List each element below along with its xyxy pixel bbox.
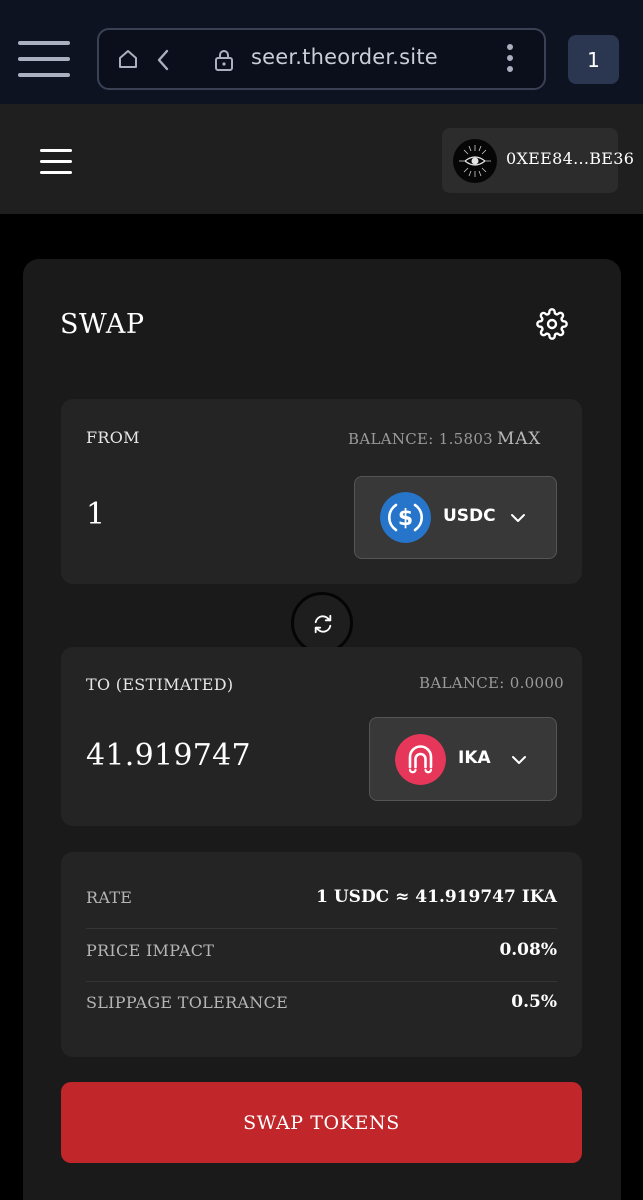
slippage-row: SLIPPAGE TOLERANCE 0.5% [86,979,557,1031]
price-impact-row: PRICE IMPACT 0.08% [86,927,557,979]
rate-label: RATE [86,888,133,907]
to-label: TO (ESTIMATED) [86,675,234,694]
swap-arrows-icon [314,614,332,634]
swap-details: RATE 1 USDC ≈ 41.919747 IKA PRICE IMPACT… [61,852,582,1057]
home-icon[interactable] [117,48,139,70]
from-token-selector[interactable]: $ USDC [354,476,557,559]
from-label: FROM [86,428,140,447]
switch-tokens-button[interactable] [291,592,353,654]
url-text: seer.theorder.site [251,45,438,69]
tab-count-button[interactable]: 1 [568,35,619,84]
chevron-down-icon [511,514,525,522]
wallet-button[interactable]: 0XEE84...BE36 [442,128,634,193]
usdc-icon: $ [380,492,431,543]
settings-gear-icon[interactable] [536,308,568,340]
rate-value: 1 USDC ≈ 41.919747 IKA [316,887,557,907]
price-impact-label: PRICE IMPACT [86,941,215,960]
to-token-symbol: IKA [458,748,491,768]
browser-menu-icon[interactable] [18,41,70,77]
chevron-down-icon [512,756,526,764]
slippage-label: SLIPPAGE TOLERANCE [86,993,289,1012]
back-icon[interactable] [155,48,171,72]
from-amount-input[interactable]: 1 [86,497,105,532]
browser-toolbar: seer.theorder.site 1 [0,0,643,104]
app-header: 0XEE84...BE36 [0,104,643,214]
ika-icon [395,734,446,785]
to-balance: BALANCE: 0.0000 [419,674,565,692]
from-balance: BALANCE: 1.5803 [348,430,494,448]
swap-tokens-button[interactable]: SWAP TOKENS [61,1082,582,1163]
price-impact-value: 0.08% [499,940,557,960]
svg-text:$: $ [398,506,413,531]
address-bar[interactable]: seer.theorder.site [97,28,546,90]
more-options-icon[interactable] [506,44,514,74]
from-token-symbol: USDC [443,506,496,526]
hamburger-menu-icon[interactable] [40,149,72,175]
to-panel: TO (ESTIMATED) BALANCE: 0.0000 41.919747… [61,647,582,826]
lock-icon [215,50,233,71]
to-amount: 41.919747 [86,738,251,773]
from-panel: FROM BALANCE: 1.5803 MAX 1 $ USDC [61,399,582,584]
slippage-value: 0.5% [511,992,557,1012]
wallet-address: 0XEE84...BE36 [506,149,635,168]
swap-card: SWAP FROM BALANCE: 1.5803 MAX 1 $ USDC T… [23,259,621,1200]
eye-avatar-icon [453,139,497,183]
to-token-selector[interactable]: IKA [369,717,557,801]
rate-row: RATE 1 USDC ≈ 41.919747 IKA [86,874,557,926]
max-button[interactable]: MAX [497,429,541,449]
swap-title: SWAP [60,309,145,340]
